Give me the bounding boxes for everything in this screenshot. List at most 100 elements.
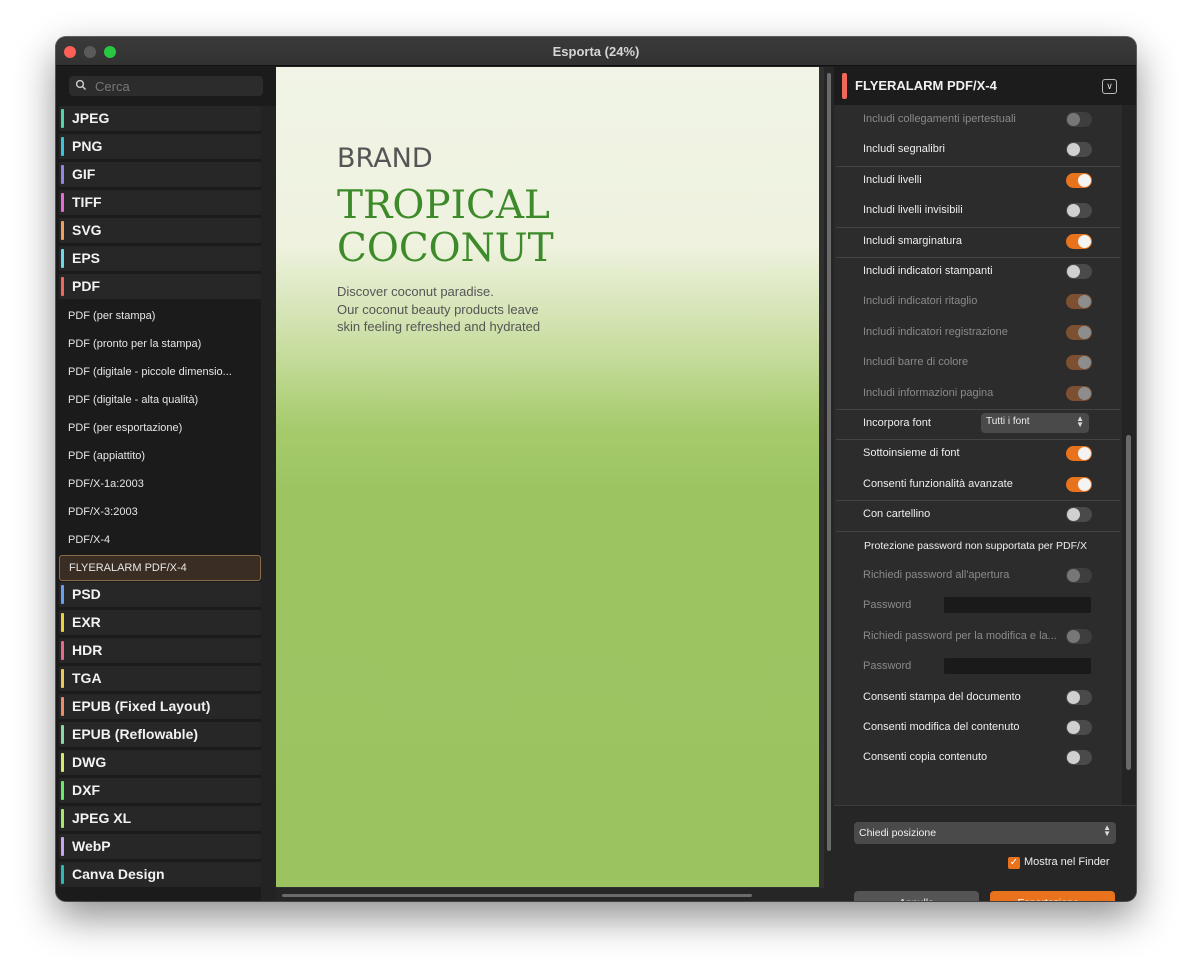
search-box[interactable] xyxy=(69,76,263,96)
toggle-knob xyxy=(1078,386,1091,400)
format-label: WebP xyxy=(72,838,111,854)
preview-tagline-line-3: skin feeling refreshed and hydrated xyxy=(337,319,541,334)
toggle-switch[interactable] xyxy=(1066,689,1092,705)
toggle-switch[interactable] xyxy=(1066,507,1092,523)
settings-list: Includi collegamenti ipertestuali Includi… xyxy=(834,105,1122,805)
password-input[interactable] xyxy=(944,597,1091,614)
toggle-switch[interactable] xyxy=(1066,294,1092,310)
format-item[interactable]: EPS xyxy=(59,246,261,271)
pdf-preset-item[interactable]: PDF (digitale - alta qualità) xyxy=(59,386,261,414)
search-input[interactable] xyxy=(95,78,255,94)
preview-vertical-scroll-thumb[interactable] xyxy=(827,73,831,851)
toggle-switch[interactable] xyxy=(1066,142,1092,158)
setting-label: Richiedi password all'apertura xyxy=(863,569,1010,581)
format-item[interactable]: JPEG xyxy=(59,106,261,131)
setting-row: Includi smarginatura xyxy=(834,227,1122,257)
password-note: Protezione password non supportata per P… xyxy=(864,539,1087,552)
format-label: JPEG XL xyxy=(72,810,132,826)
setting-label: Consenti funzionalità avanzate xyxy=(863,477,1013,490)
format-item[interactable]: TIFF xyxy=(59,190,261,215)
format-item[interactable]: EPUB (Fixed Layout) xyxy=(59,694,261,719)
format-label: DXF xyxy=(72,782,100,798)
preview-headline-line-1: TROPICAL xyxy=(337,183,550,228)
toggle-switch[interactable] xyxy=(1066,172,1092,188)
preview-headline: TROPICAL COCONUT xyxy=(337,184,554,270)
pdf-preset-item[interactable]: PDF/X-4 xyxy=(59,526,261,554)
format-label: TIFF xyxy=(72,194,102,210)
setting-row: Password xyxy=(834,591,1122,621)
pdf-preset-item[interactable]: PDF/X-3:2003 xyxy=(59,498,261,526)
format-item[interactable]: EPUB (Reflowable) xyxy=(59,722,261,747)
pdf-preset-item[interactable]: PDF/X-1a:2003 xyxy=(59,470,261,498)
preview-horizontal-scrollbar[interactable] xyxy=(276,888,824,901)
pdf-preset-item[interactable]: PDF (appiattito) xyxy=(59,442,261,470)
settings-scroll-thumb[interactable] xyxy=(1126,435,1131,770)
format-item[interactable]: PDF xyxy=(59,274,261,299)
format-item[interactable]: Canva Design xyxy=(59,862,261,887)
pdf-preset-item-selected[interactable]: FLYERALARM PDF/X-4 xyxy=(59,555,261,581)
toggle-switch[interactable] xyxy=(1066,233,1092,249)
toggle-switch[interactable] xyxy=(1066,628,1092,644)
format-item[interactable]: PSD xyxy=(59,582,261,607)
preview-headline-line-2: COCONUT xyxy=(337,226,554,271)
format-item[interactable]: WebP xyxy=(59,834,261,859)
export-button[interactable]: Esportazione... xyxy=(990,891,1115,901)
toggle-switch[interactable] xyxy=(1066,476,1092,492)
toggle-switch[interactable] xyxy=(1066,385,1092,401)
toggle-knob xyxy=(1078,477,1091,491)
toggle-switch[interactable] xyxy=(1066,324,1092,340)
format-color-bar xyxy=(61,109,64,128)
toggle-switch[interactable] xyxy=(1066,203,1092,219)
export-window: Esporta (24%) JPEG PNG GIF TIFF SVG EPS PDF PDF… xyxy=(56,37,1136,901)
preview-brand-text: BRAND xyxy=(337,143,433,174)
format-item[interactable]: TGA xyxy=(59,666,261,691)
cancel-button[interactable]: Annulla xyxy=(854,891,979,901)
destination-select[interactable]: Chiedi posizione ▲ ▼ xyxy=(854,822,1116,844)
pdf-preset-item[interactable]: PDF (per stampa) xyxy=(59,302,261,330)
setting-row: Sottoinsieme di font xyxy=(834,439,1122,469)
checkmark-icon[interactable]: ✓ xyxy=(1008,857,1020,869)
format-item[interactable]: DWG xyxy=(59,750,261,775)
password-input[interactable] xyxy=(944,658,1091,675)
format-item[interactable]: SVG xyxy=(59,218,261,243)
setting-label: Includi livelli invisibili xyxy=(863,204,963,217)
setting-label: Includi indicatori registrazione xyxy=(863,325,1008,338)
toggle-switch[interactable] xyxy=(1066,568,1092,583)
format-item[interactable]: DXF xyxy=(59,778,261,803)
toggle-knob xyxy=(1067,629,1080,643)
setting-row: Includi indicatori registrazione xyxy=(834,318,1122,348)
format-item[interactable]: PNG xyxy=(59,134,261,159)
setting-label: Incorpora font xyxy=(863,417,931,429)
setting-row: Con cartellino xyxy=(834,500,1122,530)
toggle-switch[interactable] xyxy=(1066,750,1092,766)
settings-scrollbar[interactable] xyxy=(1122,105,1136,805)
format-color-bar xyxy=(61,669,64,688)
sidebar-scrollbar[interactable] xyxy=(261,106,276,901)
setting-row: Includi livelli invisibili xyxy=(834,196,1122,226)
setting-row: Includi livelli xyxy=(834,166,1122,196)
toggle-knob xyxy=(1067,508,1080,522)
format-item[interactable]: GIF xyxy=(59,162,261,187)
toggle-switch[interactable] xyxy=(1066,112,1092,127)
toggle-switch[interactable] xyxy=(1066,446,1092,462)
toggle-switch[interactable] xyxy=(1066,264,1092,279)
toggle-knob xyxy=(1067,690,1080,704)
chevron-down-icon[interactable]: ∨ xyxy=(1102,79,1117,94)
toggle-knob xyxy=(1078,356,1091,370)
pdf-preset-item[interactable]: PDF (per esportazione) xyxy=(59,414,261,442)
format-item[interactable]: JPEG XL xyxy=(59,806,261,831)
format-item[interactable]: HDR xyxy=(59,638,261,663)
pdf-preset-item[interactable]: PDF (pronto per la stampa) xyxy=(59,330,261,358)
preview-horizontal-scroll-thumb[interactable] xyxy=(282,894,752,897)
toggle-switch[interactable] xyxy=(1066,720,1092,735)
show-in-finder-label: Mostra nel Finder xyxy=(1024,856,1110,868)
embed-font-select[interactable]: Tutti i font ▲ ▼ xyxy=(981,413,1089,433)
pdf-preset-item[interactable]: PDF (digitale - piccole dimensio... xyxy=(59,358,261,386)
setting-label: Richiedi password per la modifica e la..… xyxy=(863,629,1057,642)
format-color-bar xyxy=(61,249,64,268)
preview-vertical-scrollbar[interactable] xyxy=(824,67,834,901)
toggle-knob xyxy=(1067,751,1080,765)
toggle-switch[interactable] xyxy=(1066,355,1092,371)
format-item[interactable]: EXR xyxy=(59,610,261,635)
format-label: PDF xyxy=(72,278,100,294)
